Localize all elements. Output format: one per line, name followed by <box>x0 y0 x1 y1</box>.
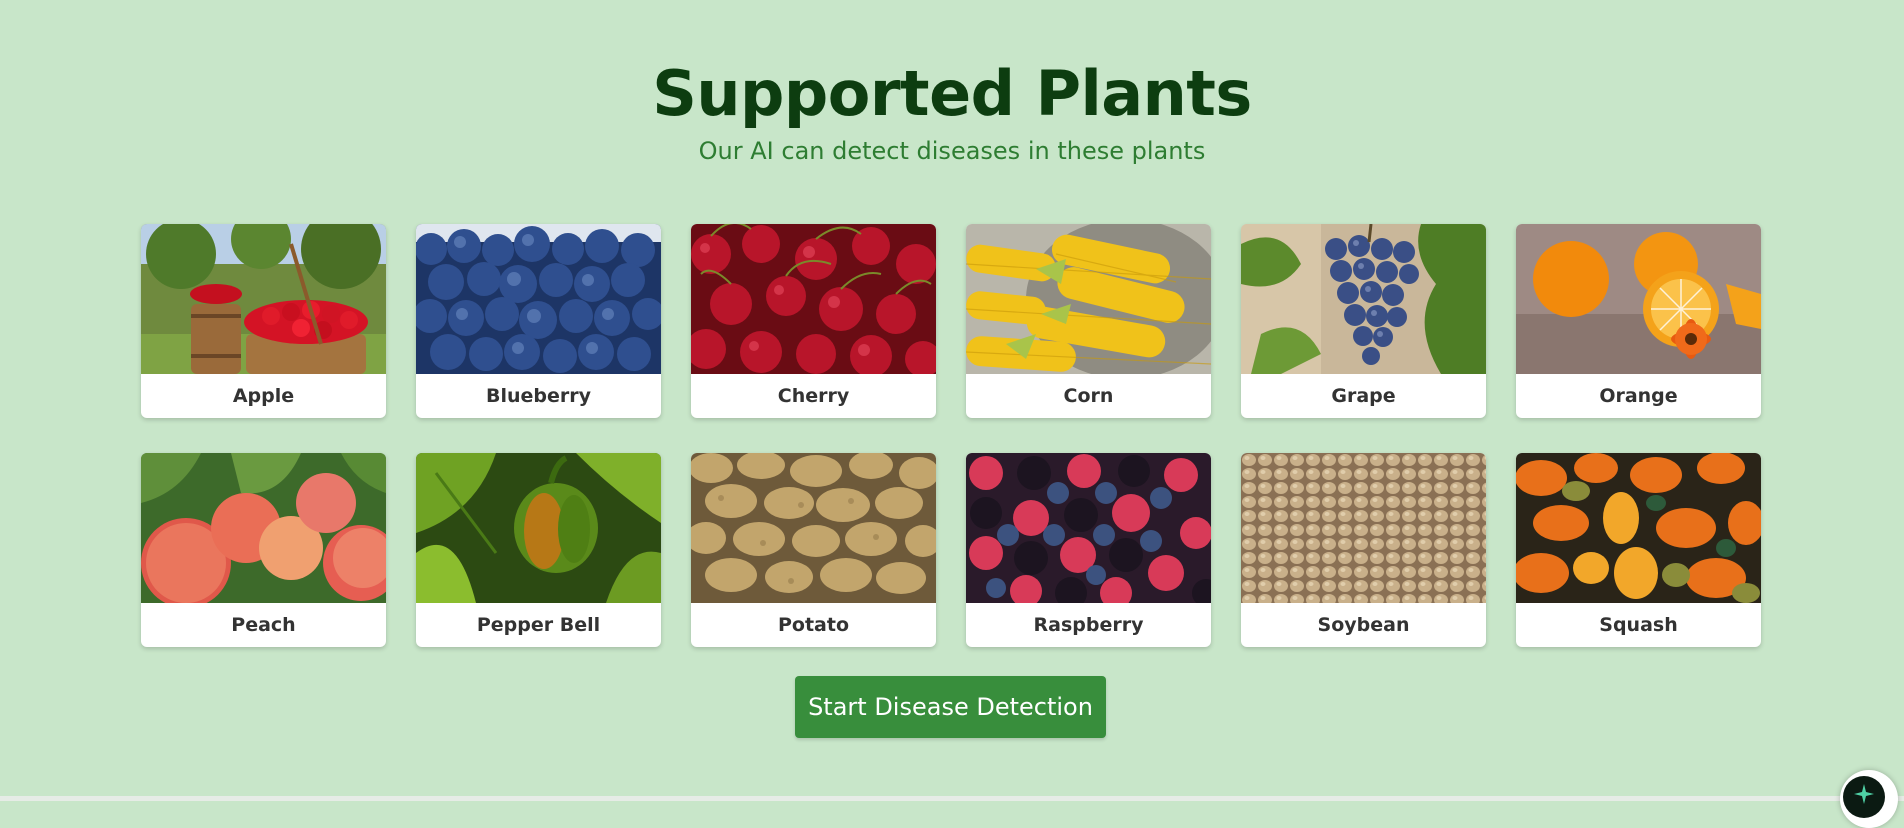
grape-photo <box>1241 224 1486 374</box>
plant-label: Corn <box>1063 385 1114 407</box>
plant-label: Soybean <box>1317 614 1410 636</box>
potato-photo <box>691 453 936 603</box>
plant-label: Squash <box>1599 614 1678 636</box>
raspberry-photo <box>966 453 1211 603</box>
orange-photo <box>1516 224 1761 374</box>
apple-photo <box>141 224 386 374</box>
plant-card-apple[interactable]: Apple <box>141 224 386 418</box>
plant-label: Blueberry <box>485 385 592 407</box>
cherry-photo <box>691 224 936 374</box>
plant-label: Raspberry <box>1033 614 1144 636</box>
plant-card-squash[interactable]: Squash <box>1516 453 1761 647</box>
plant-card-cherry[interactable]: Cherry <box>691 224 936 418</box>
start-detection-button[interactable]: Start Disease Detection <box>795 676 1106 738</box>
chat-widget-button[interactable] <box>1840 770 1898 828</box>
plant-card-raspberry[interactable]: Raspberry <box>966 453 1211 647</box>
plant-label: Cherry <box>777 385 850 407</box>
plant-card-corn[interactable]: Corn <box>966 224 1211 418</box>
plant-card-orange[interactable]: Orange <box>1516 224 1761 418</box>
plant-label: Potato <box>777 614 850 636</box>
blueberry-photo <box>416 224 661 374</box>
plant-label: Apple <box>232 385 295 407</box>
plant-card-pepper-bell[interactable]: Pepper Bell <box>416 453 661 647</box>
page-title: Supported Plants <box>652 57 1252 130</box>
page-subtitle: Our AI can detect diseases in these plan… <box>698 137 1206 165</box>
peach-photo <box>141 453 386 603</box>
plant-card-blueberry[interactable]: Blueberry <box>416 224 661 418</box>
plant-card-grape[interactable]: Grape <box>1241 224 1486 418</box>
squash-photo <box>1516 453 1761 603</box>
plant-grid: Apple Blueberry Cherry Corn Grape Orange… <box>141 224 1761 647</box>
plant-label: Pepper Bell <box>476 614 601 636</box>
corn-photo <box>966 224 1211 374</box>
pepper-bell-photo <box>416 453 661 603</box>
plant-card-peach[interactable]: Peach <box>141 453 386 647</box>
plant-label: Peach <box>231 614 296 636</box>
plant-label: Orange <box>1599 385 1678 407</box>
soybean-photo <box>1241 453 1486 603</box>
page-footer-strip <box>0 796 1904 801</box>
sparkle-icon <box>1854 784 1874 804</box>
plant-card-potato[interactable]: Potato <box>691 453 936 647</box>
plant-label: Grape <box>1331 385 1396 407</box>
section-header: Supported Plants Our AI can detect disea… <box>0 58 1904 166</box>
plant-card-soybean[interactable]: Soybean <box>1241 453 1486 647</box>
